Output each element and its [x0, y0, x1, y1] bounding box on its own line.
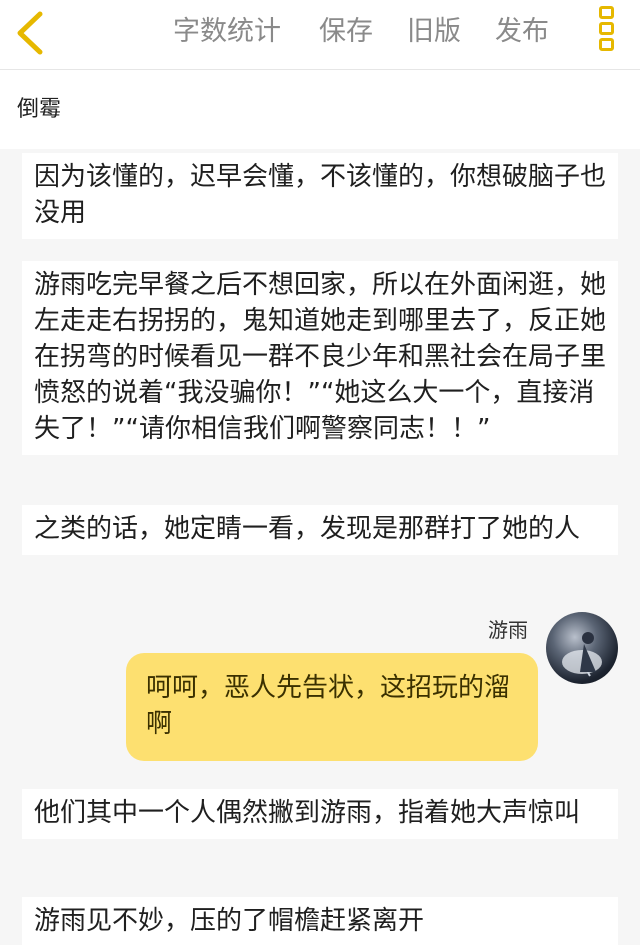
word-count-button[interactable]: 字数统计	[173, 14, 281, 50]
publish-button[interactable]: 发布	[495, 14, 549, 50]
chapter-title[interactable]: 倒霉	[17, 95, 61, 125]
paragraph-3[interactable]: 之类的话，她定睛一看，发现是那群打了她的人	[22, 505, 618, 555]
speaker-name: 游雨	[488, 618, 528, 642]
avatar[interactable]	[546, 612, 618, 684]
paragraph-2[interactable]: 游雨吃完早餐之后不想回家，所以在外面闲逛，她左走走右拐拐的，鬼知道她走到哪里去了…	[22, 261, 618, 455]
dialogue-bubble[interactable]: 呵呵，恶人先告状，这招玩的溜啊	[126, 653, 538, 761]
chapter-title-row: 倒霉	[0, 71, 640, 149]
top-toolbar: 字数统计 保存 旧版 发布	[0, 0, 640, 70]
save-button[interactable]: 保存	[319, 14, 373, 50]
paragraph-5[interactable]: 游雨见不妙，压的了帽檐赶紧离开	[22, 897, 618, 947]
old-version-button[interactable]: 旧版	[407, 14, 461, 50]
back-button[interactable]	[10, 8, 54, 58]
avatar-image	[562, 632, 602, 677]
paragraph-1[interactable]: 因为该懂的，迟早会懂，不该懂的，你想破脑子也没用	[22, 153, 618, 239]
paragraph-4[interactable]: 他们其中一个人偶然撇到游雨，指着她大声惊叫	[22, 789, 618, 839]
more-vertical-icon	[592, 6, 620, 51]
chevron-left-icon	[17, 11, 43, 55]
story-content[interactable]: 因为该懂的，迟早会懂，不该懂的，你想破脑子也没用 游雨吃完早餐之后不想回家，所以…	[0, 149, 640, 947]
more-options-button[interactable]	[592, 6, 620, 58]
